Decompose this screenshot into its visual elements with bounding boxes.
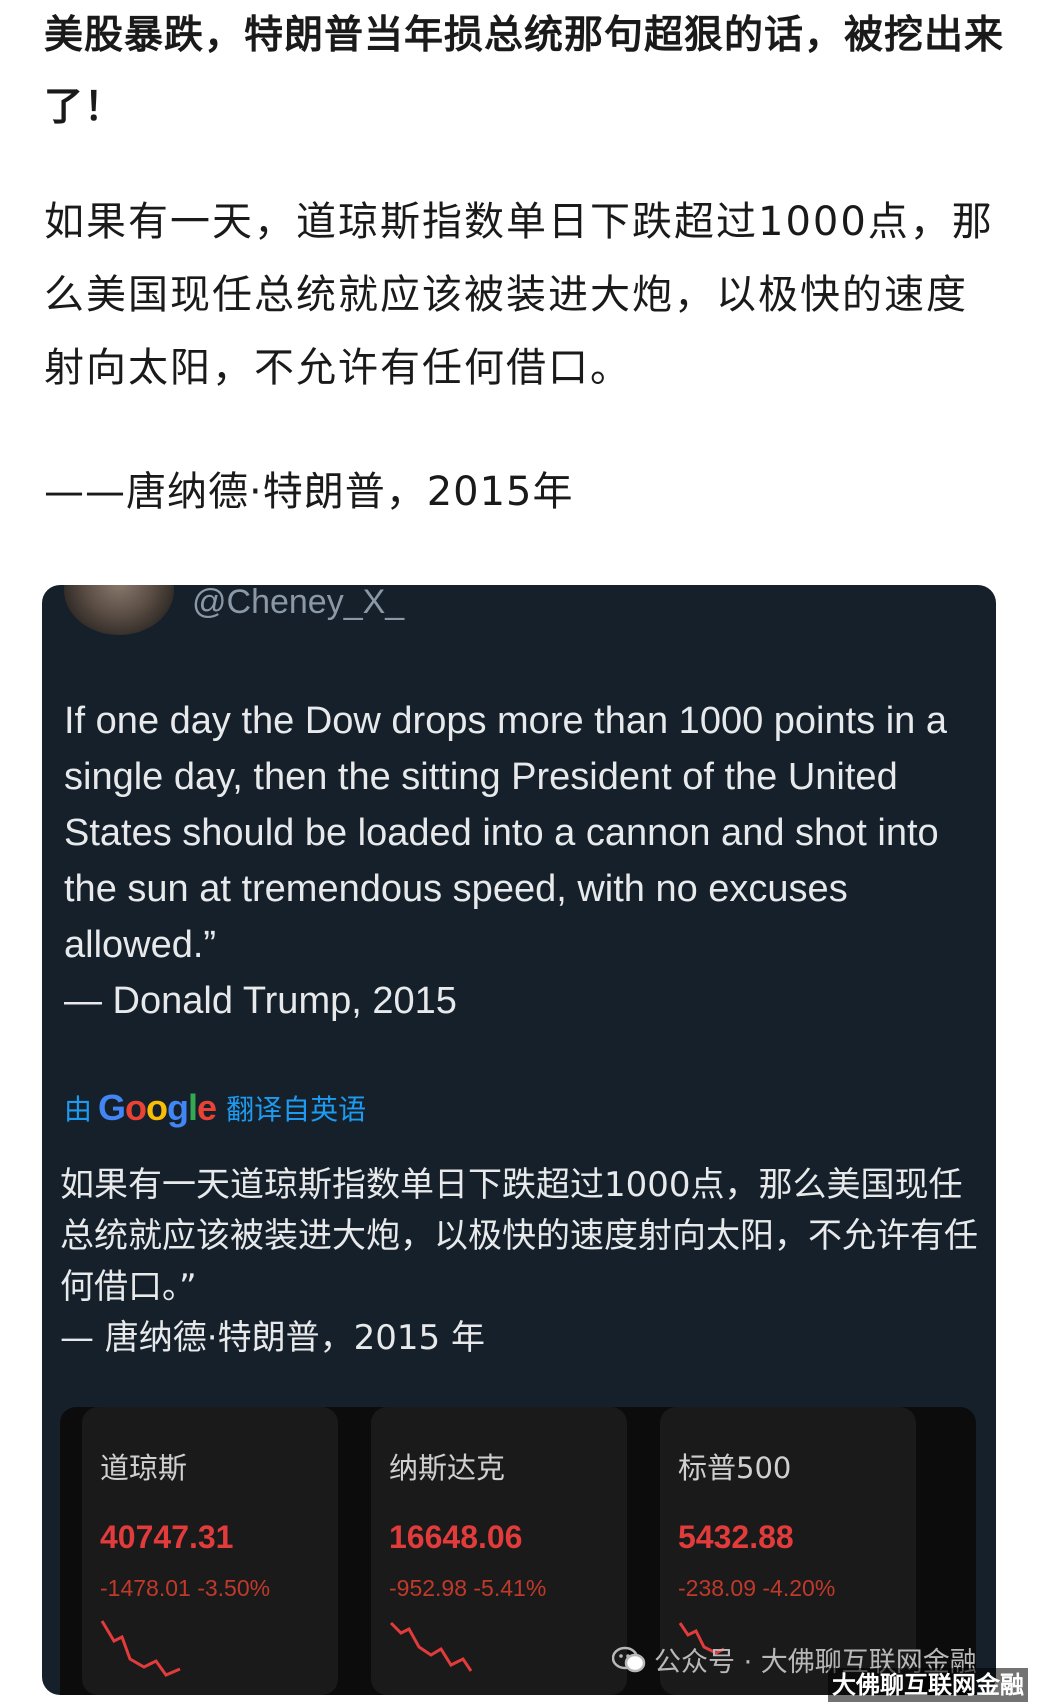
market-name: 纳斯达克 <box>389 1451 506 1485</box>
market-change: -238.09 -4.20% <box>678 1575 836 1601</box>
tweet-english-text: If one day the Dow drops more than 1000 … <box>64 693 974 1029</box>
tweet-screenshot: @Cheney_X_ If one day the Dow drops more… <box>42 585 996 1695</box>
article-title: 美股暴跌，特朗普当年损总统那句超狠的话，被挖出来了！ <box>44 13 1005 130</box>
sparkline-icon <box>389 1621 473 1672</box>
sparkline-icon <box>100 1620 181 1677</box>
market-card-nasdaq[interactable]: 纳斯达克 16648.06 -952.98 -5.41% <box>371 1407 627 1695</box>
article-paragraph: 如果有一天，道琼斯指数单日下跌超过1000点，那么美国现任总统就应该被装进大炮，… <box>44 199 994 391</box>
wechat-icon <box>612 1646 646 1672</box>
market-name: 道琼斯 <box>100 1451 188 1485</box>
market-value: 40747.31 <box>100 1519 234 1555</box>
translate-suffix-label: 翻译自英语 <box>226 1093 367 1126</box>
corner-watermark: 大佛聊互联网金融 <box>828 1668 1028 1702</box>
translate-by-label: 由 <box>64 1093 93 1126</box>
google-logo: Google <box>98 1087 217 1128</box>
tweet-english-quote: If one day the Dow drops more than 1000 … <box>64 700 947 966</box>
tweet-handle[interactable]: @Cheney_X_ <box>192 585 404 622</box>
tweet-chinese-translation: 如果有一天道琼斯指数单日下跌超过1000点，那么美国现任总统就应该被装进大炮，以… <box>60 1160 980 1364</box>
market-change: -952.98 -5.41% <box>389 1575 547 1601</box>
market-value: 5432.88 <box>678 1519 794 1555</box>
tweet-english-attribution: — Donald Trump, 2015 <box>64 980 457 1022</box>
market-value: 16648.06 <box>389 1519 523 1555</box>
market-change: -1478.01 -3.50% <box>100 1575 271 1601</box>
article-signature: ——唐纳德·特朗普，2015年 <box>44 469 574 515</box>
tweet-chinese-quote: 如果有一天道琼斯指数单日下跌超过1000点，那么美国现任总统就应该被装进大炮，以… <box>60 1165 978 1307</box>
market-card-dow[interactable]: 道琼斯 40747.31 -1478.01 -3.50% <box>82 1407 338 1695</box>
translated-by-google-link[interactable]: 由 Google 翻译自英语 <box>64 1087 366 1129</box>
avatar <box>64 585 174 635</box>
market-name: 标普500 <box>678 1451 792 1485</box>
tweet-chinese-attribution: — 唐纳德·特朗普，2015 年 <box>60 1318 485 1358</box>
